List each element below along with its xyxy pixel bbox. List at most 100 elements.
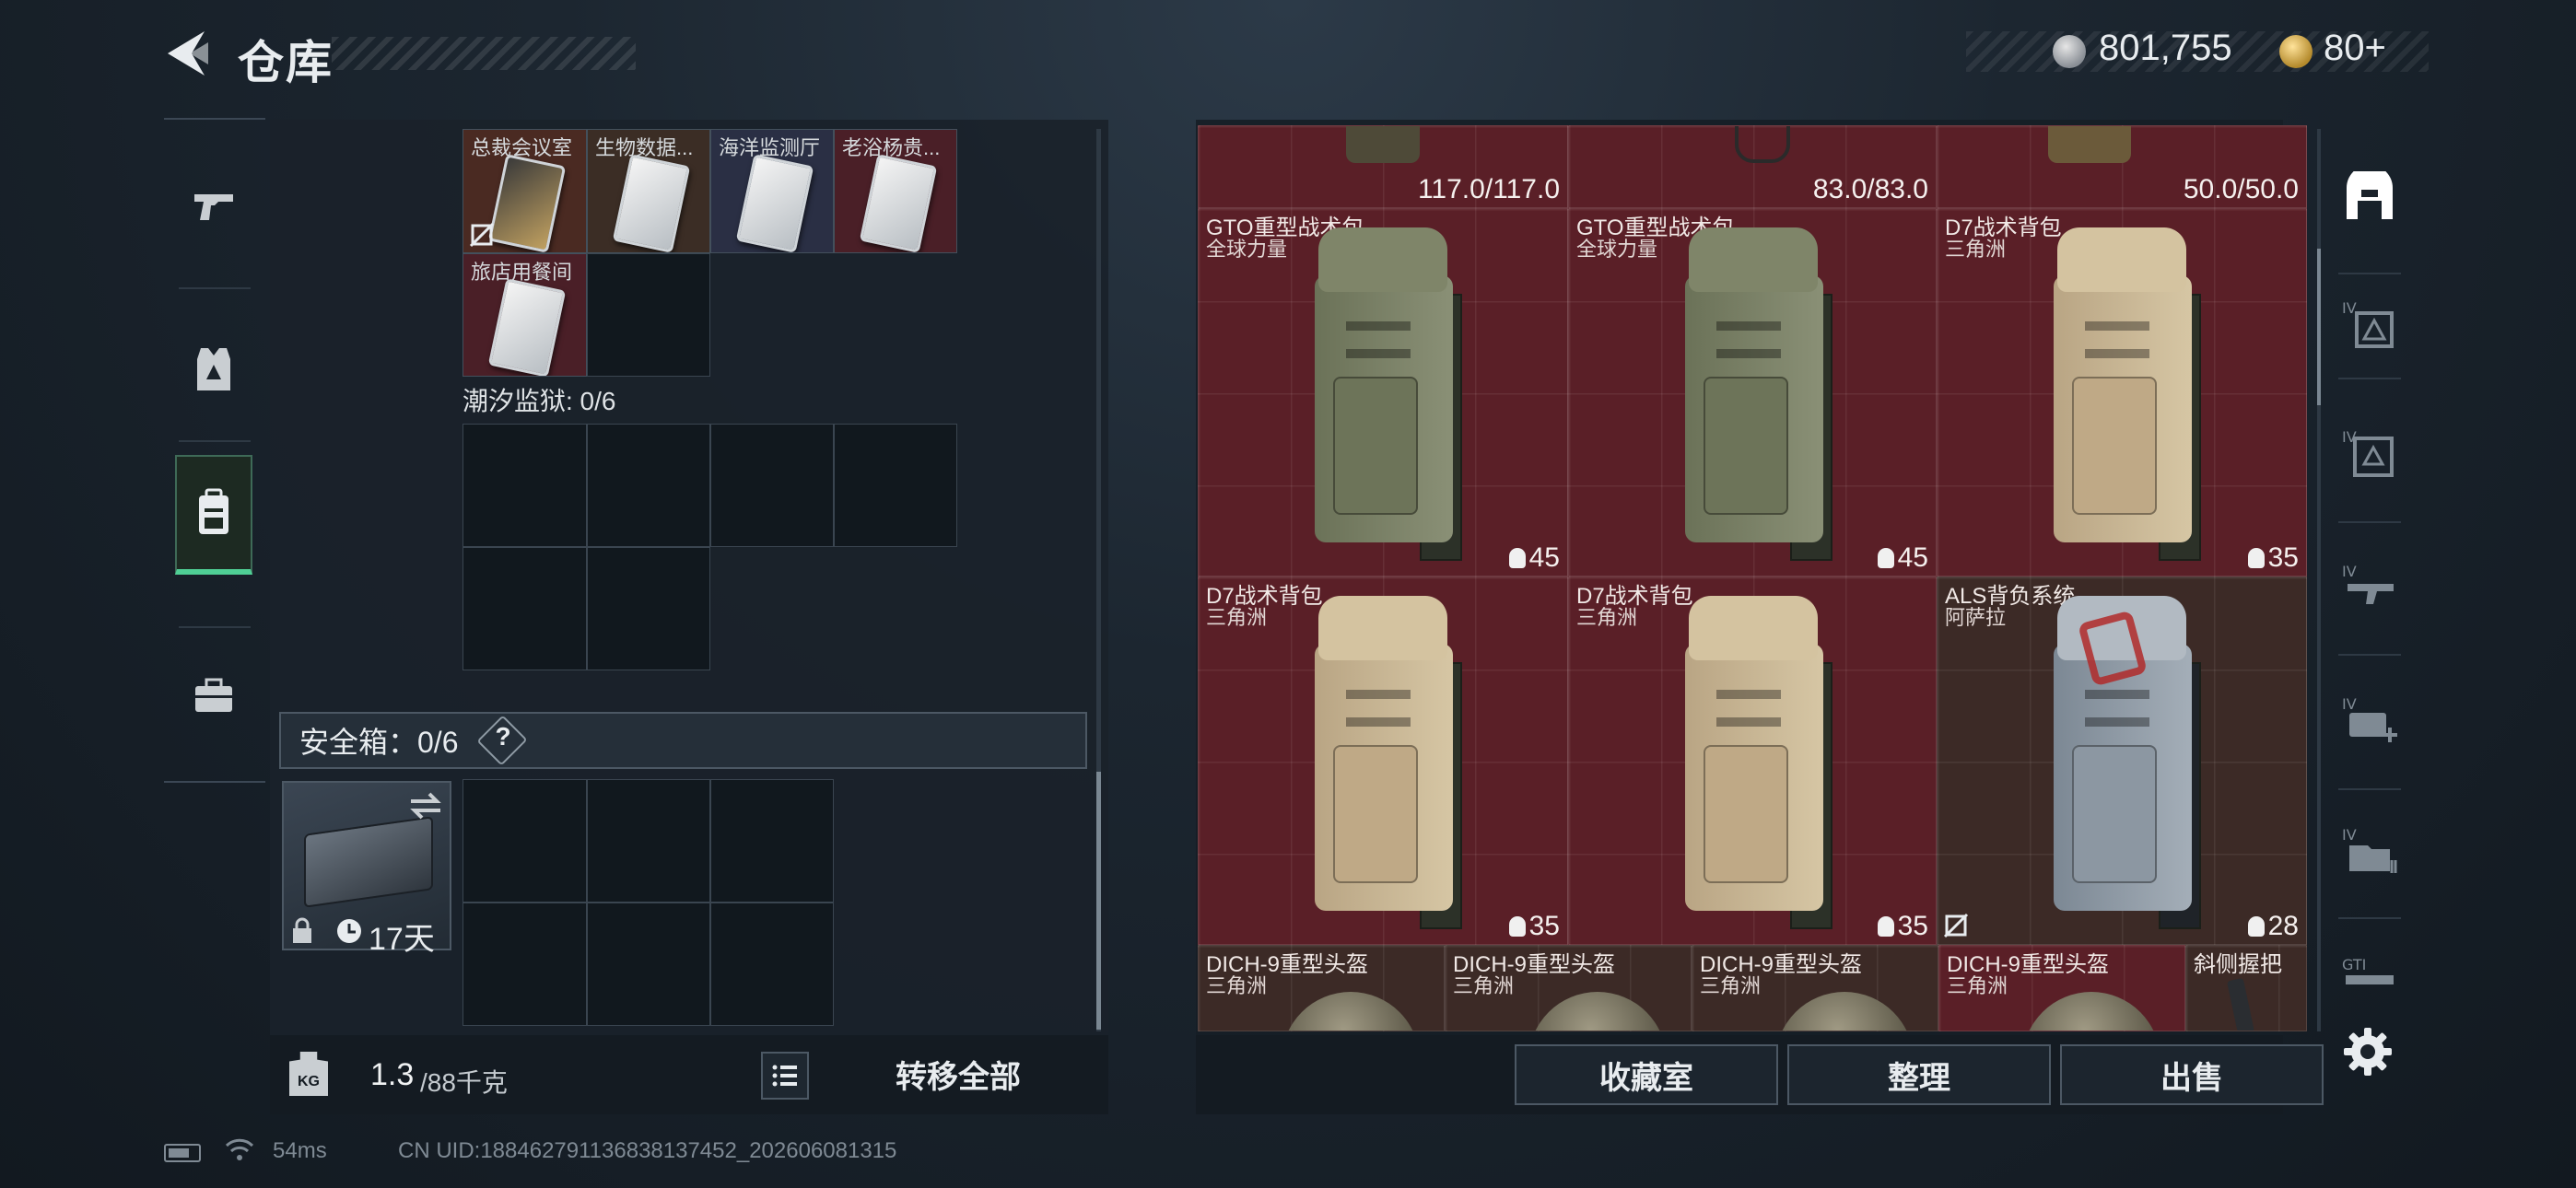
empty-slot[interactable]: [587, 253, 710, 377]
battery-icon: [164, 1144, 201, 1162]
safe-box-header: 安全箱：0/6: [279, 712, 1087, 769]
keycard-slot[interactable]: 旅店用餐间: [463, 253, 587, 377]
empty-slot[interactable]: [463, 903, 587, 1026]
helmet-item[interactable]: DICH-9重型头盔 三角洲: [1692, 945, 1938, 1031]
user-uid: CN UID:1884627911368381374​52_2026060813…: [398, 1138, 897, 1163]
capacity-icon: [1508, 548, 1526, 568]
helmet-item[interactable]: DICH-9重型头盔 三角洲: [1938, 945, 2185, 1031]
empty-slot[interactable]: [463, 424, 587, 547]
swap-icon[interactable]: [407, 790, 444, 821]
keycard-image: [735, 154, 814, 252]
rail-armor-filter[interactable]: IV: [2335, 280, 2405, 372]
empty-slot[interactable]: [463, 547, 587, 670]
currency-gold-value[interactable]: 80+: [2324, 28, 2386, 69]
rail-divider: [2338, 917, 2401, 919]
back-arrow-icon[interactable]: [164, 28, 212, 79]
toolbox-icon: [195, 678, 232, 712]
pistol-icon: [194, 194, 233, 220]
item-cell[interactable]: 83.0/83.0: [1568, 125, 1937, 208]
empty-slot[interactable]: [834, 424, 957, 547]
settings-gear-icon[interactable]: [2338, 1022, 2397, 1081]
item-name: 斜侧握把: [2194, 952, 2282, 977]
keycard-image: [859, 154, 938, 252]
durability-value: 83.0/83.0: [1812, 174, 1928, 204]
keycard-slot[interactable]: 海洋监测厅: [710, 129, 834, 253]
item-cell[interactable]: 50.0/50.0: [1937, 125, 2307, 208]
nav-equipment[interactable]: [175, 309, 252, 429]
rail-medical-filter[interactable]: IV: [2335, 676, 2405, 768]
item-brand: 阿萨拉: [1945, 606, 2007, 629]
helmet-item[interactable]: DICH-9重型头盔 三角洲: [1445, 945, 1692, 1031]
rail-rig-filter[interactable]: IV: [2335, 409, 2405, 501]
item-cell[interactable]: 117.0/117.0: [1198, 125, 1568, 208]
case-image: [304, 816, 433, 908]
backpack-image: [1680, 220, 1836, 570]
empty-slot[interactable]: [587, 903, 710, 1026]
svg-text:IV: IV: [2342, 695, 2357, 713]
no-trade-icon: [469, 222, 495, 248]
left-scrollbar-thumb[interactable]: [1096, 772, 1101, 1030]
capacity-icon: [2247, 916, 2265, 937]
keycard-slot[interactable]: 老浴杨贵...: [834, 129, 957, 253]
medical-filter-icon: IV: [2342, 695, 2397, 742]
transfer-all-button[interactable]: 转移全部: [829, 1039, 1087, 1109]
safe-box-label: 安全箱：0/6: [299, 726, 459, 759]
backpack-item[interactable]: ALS背负系统 阿萨拉 28: [1937, 577, 2307, 945]
item-brand: 三角洲: [1576, 606, 1638, 629]
backpack-item[interactable]: D7战术背包 三角洲 35: [1937, 208, 2307, 577]
nav-backpack[interactable]: [175, 455, 252, 575]
backpack-item[interactable]: D7战术背包 三角洲 35: [1198, 577, 1568, 945]
item-capacity: 35: [1877, 911, 1928, 942]
empty-slot[interactable]: [463, 779, 587, 903]
svg-text:IV: IV: [2342, 826, 2357, 844]
right-scrollbar-thumb[interactable]: [2317, 249, 2321, 405]
backpack-image: [1680, 588, 1836, 938]
backpack-item[interactable]: GTO重型战术包 全球力量 45: [1568, 208, 1937, 577]
backpack-item[interactable]: D7战术背包 三角洲 35: [1568, 577, 1937, 945]
weapon-filter-icon: IV: [2342, 563, 2394, 604]
empty-slot[interactable]: [710, 903, 834, 1026]
empty-slot[interactable]: [587, 547, 710, 670]
empty-slot[interactable]: [587, 779, 710, 903]
title-decoration: [332, 37, 636, 70]
rail-divider: [2338, 654, 2401, 656]
sort-button[interactable]: 整理: [1787, 1044, 2051, 1105]
backpack-item[interactable]: GTO重型战术包 全球力量 45: [1198, 208, 1568, 577]
list-view-button[interactable]: [761, 1052, 809, 1100]
backpack-image: [2048, 588, 2205, 938]
svg-text:IV: IV: [2342, 299, 2357, 317]
no-trade-icon: [1943, 913, 1969, 938]
list-icon: [772, 1065, 797, 1087]
item-capacity: 45: [1508, 542, 1560, 574]
keycard-slot[interactable]: 生物数据...: [587, 129, 710, 253]
help-icon-glyph: ?: [495, 722, 511, 751]
keycard-label: 老浴杨贵...: [842, 136, 941, 159]
rail-divider: [2338, 788, 2401, 790]
keycard-label: 旅店用餐间: [471, 261, 573, 284]
grip-item[interactable]: 斜侧握把: [2185, 945, 2307, 1031]
collection-room-button[interactable]: 收藏室: [1515, 1044, 1778, 1105]
rail-weapon-filter[interactable]: IV: [2335, 543, 2405, 635]
item-capacity: 45: [1877, 542, 1928, 574]
empty-slot[interactable]: [710, 779, 834, 903]
item-image: [1735, 126, 1790, 163]
nav-weapons[interactable]: [175, 147, 252, 267]
rail-backpack-filter[interactable]: [2335, 151, 2405, 243]
svg-text:IV: IV: [2342, 563, 2357, 580]
attachment-filter-icon: GTI: [2342, 956, 2394, 984]
safe-box-item[interactable]: 17天: [282, 781, 451, 957]
sell-button[interactable]: 出售: [2060, 1044, 2324, 1105]
keycard-slot[interactable]: 总裁会议室: [463, 129, 587, 253]
item-brand: 三角洲: [1453, 974, 1515, 997]
rail-container-filter[interactable]: IV: [2335, 807, 2405, 899]
keycard-label: 总裁会议室: [471, 136, 573, 159]
rail-divider: [2338, 273, 2401, 274]
keycard-image: [487, 278, 567, 376]
empty-slot[interactable]: [710, 424, 834, 547]
helmet-image: [2022, 992, 2160, 1031]
empty-slot[interactable]: [587, 424, 710, 547]
nav-toolbox[interactable]: [175, 635, 252, 755]
item-image: [1346, 126, 1420, 163]
rail-attachment-filter[interactable]: GTI: [2335, 926, 2405, 1019]
helmet-item[interactable]: DICH-9重型头盔 三角洲: [1198, 945, 1445, 1031]
